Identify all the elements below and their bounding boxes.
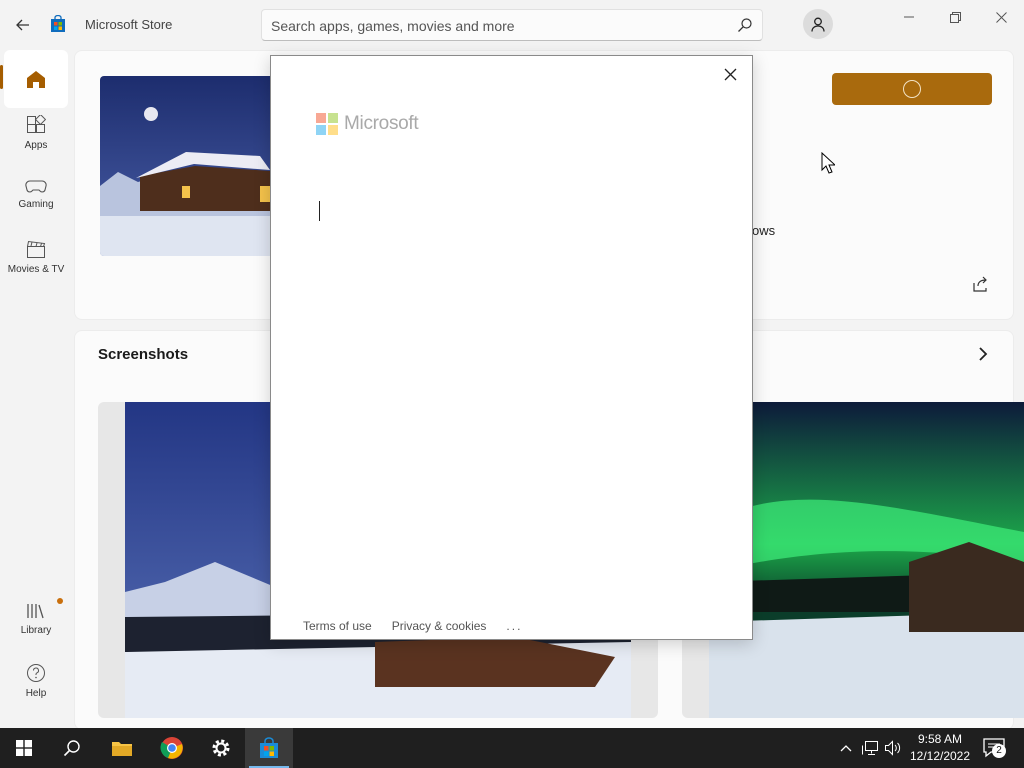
search-icon[interactable] [737, 17, 753, 33]
share-button[interactable] [971, 275, 989, 293]
sign-in-dialog: Microsoft Terms of use Privacy & cookies… [270, 55, 753, 640]
sidebar-item-library[interactable]: Library [4, 590, 68, 648]
network-icon [862, 741, 878, 755]
volume-icon [885, 740, 901, 756]
product-image [100, 76, 280, 256]
sidebar: Apps Gaming Movies & TV Library Help [0, 48, 72, 728]
sidebar-item-label: Movies & TV [7, 264, 65, 275]
sidebar-item-label: Help [25, 688, 47, 699]
start-button[interactable] [0, 728, 48, 768]
taskbar-clock[interactable]: 9:58 AM 12/12/2022 [905, 731, 975, 765]
taskbar-file-explorer[interactable] [98, 728, 146, 768]
close-icon [724, 68, 736, 80]
restore-icon [949, 11, 961, 23]
notification-count-badge: 2 [992, 744, 1006, 758]
taskbar: 9:58 AM 12/12/2022 2 [0, 728, 1024, 768]
search-input[interactable] [271, 16, 721, 36]
taskbar-microsoft-store[interactable] [245, 728, 293, 768]
back-button[interactable] [10, 12, 36, 38]
library-icon [27, 604, 44, 619]
taskbar-search-button[interactable] [48, 728, 96, 768]
sidebar-item-label: Apps [24, 140, 48, 151]
gear-icon [212, 739, 230, 757]
gamepad-icon [25, 180, 47, 193]
sidebar-item-apps[interactable]: Apps [4, 104, 68, 162]
microsoft-wordmark: Microsoft [344, 113, 419, 134]
terms-of-use-link[interactable]: Terms of use [303, 619, 372, 633]
share-icon [973, 276, 987, 292]
chevron-up-icon [840, 745, 852, 752]
volume-button[interactable] [883, 738, 903, 758]
sidebar-item-label: Gaming [18, 199, 54, 210]
privacy-cookies-link[interactable]: Privacy & cookies [392, 619, 487, 633]
more-options-button[interactable]: ... [506, 619, 522, 633]
close-icon [995, 11, 1007, 23]
microsoft-logo: Microsoft [316, 113, 419, 135]
clock-date: 12/12/2022 [909, 749, 971, 763]
search-icon [63, 740, 80, 757]
microsoft-logo-icon [316, 113, 338, 135]
store-icon [260, 737, 278, 758]
update-badge [57, 598, 63, 604]
search-box[interactable] [261, 9, 763, 41]
screenshots-next-button[interactable] [974, 345, 992, 363]
apps-icon [27, 115, 46, 133]
title-bar: Microsoft Store [0, 0, 1024, 48]
loading-spinner-icon [903, 80, 921, 98]
taskbar-settings[interactable] [197, 728, 245, 768]
help-icon [27, 664, 45, 682]
folder-icon [112, 742, 132, 756]
mouse-cursor-icon [821, 152, 835, 174]
minimize-icon [904, 16, 914, 18]
store-logo-icon [51, 15, 65, 32]
sidebar-item-help[interactable]: Help [4, 652, 68, 710]
chevron-right-icon [979, 347, 988, 361]
app-title: Microsoft Store [85, 17, 173, 32]
window-close-button[interactable] [981, 6, 1021, 28]
minimize-button[interactable] [889, 6, 929, 28]
windows-logo-icon [16, 740, 32, 756]
account-button[interactable] [803, 9, 833, 39]
restore-button[interactable] [935, 6, 975, 28]
chrome-icon [160, 737, 183, 759]
show-hidden-icons-button[interactable] [836, 738, 856, 758]
sidebar-item-label: Library [20, 625, 52, 636]
home-icon [27, 71, 45, 88]
network-button[interactable] [860, 738, 880, 758]
screenshots-title: Screenshots [98, 346, 189, 363]
get-button[interactable] [832, 73, 992, 105]
sidebar-item-movies-tv[interactable]: Movies & TV [4, 228, 68, 286]
taskbar-chrome[interactable] [148, 728, 196, 768]
person-icon [811, 17, 825, 32]
dialog-footer: Terms of use Privacy & cookies ... [303, 619, 522, 633]
text-caret[interactable] [319, 201, 320, 221]
sidebar-item-home[interactable] [4, 50, 68, 108]
back-arrow-icon [16, 19, 29, 31]
clapperboard-icon [27, 240, 46, 258]
clock-time: 9:58 AM [917, 732, 963, 746]
active-indicator [0, 65, 3, 89]
sidebar-item-gaming[interactable]: Gaming [4, 166, 68, 224]
dialog-close-button[interactable] [720, 64, 740, 84]
description-text: ows [752, 223, 776, 238]
